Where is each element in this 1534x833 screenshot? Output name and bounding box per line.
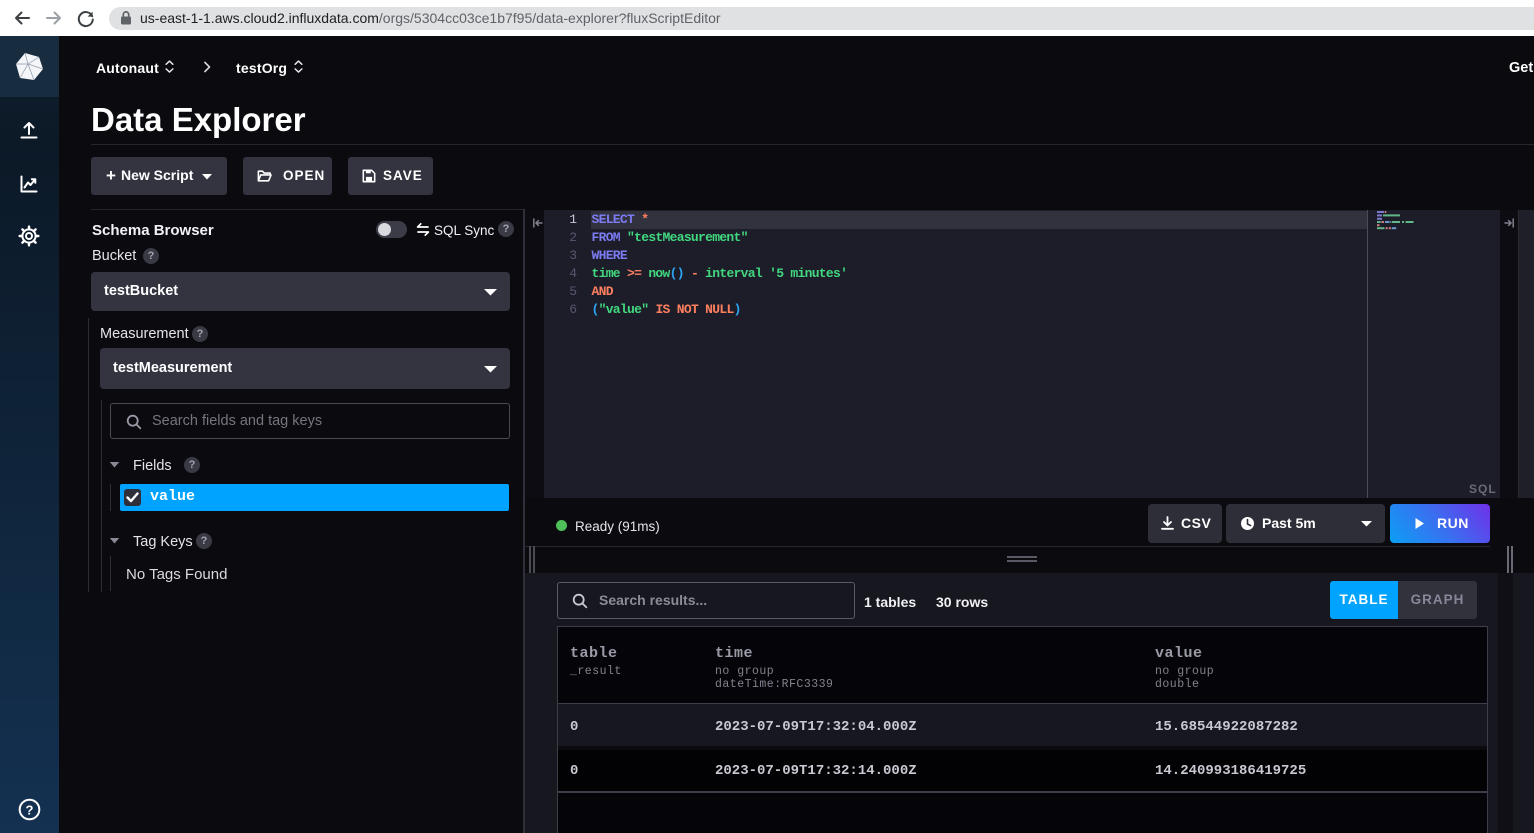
svg-text:?: ? xyxy=(26,802,34,817)
